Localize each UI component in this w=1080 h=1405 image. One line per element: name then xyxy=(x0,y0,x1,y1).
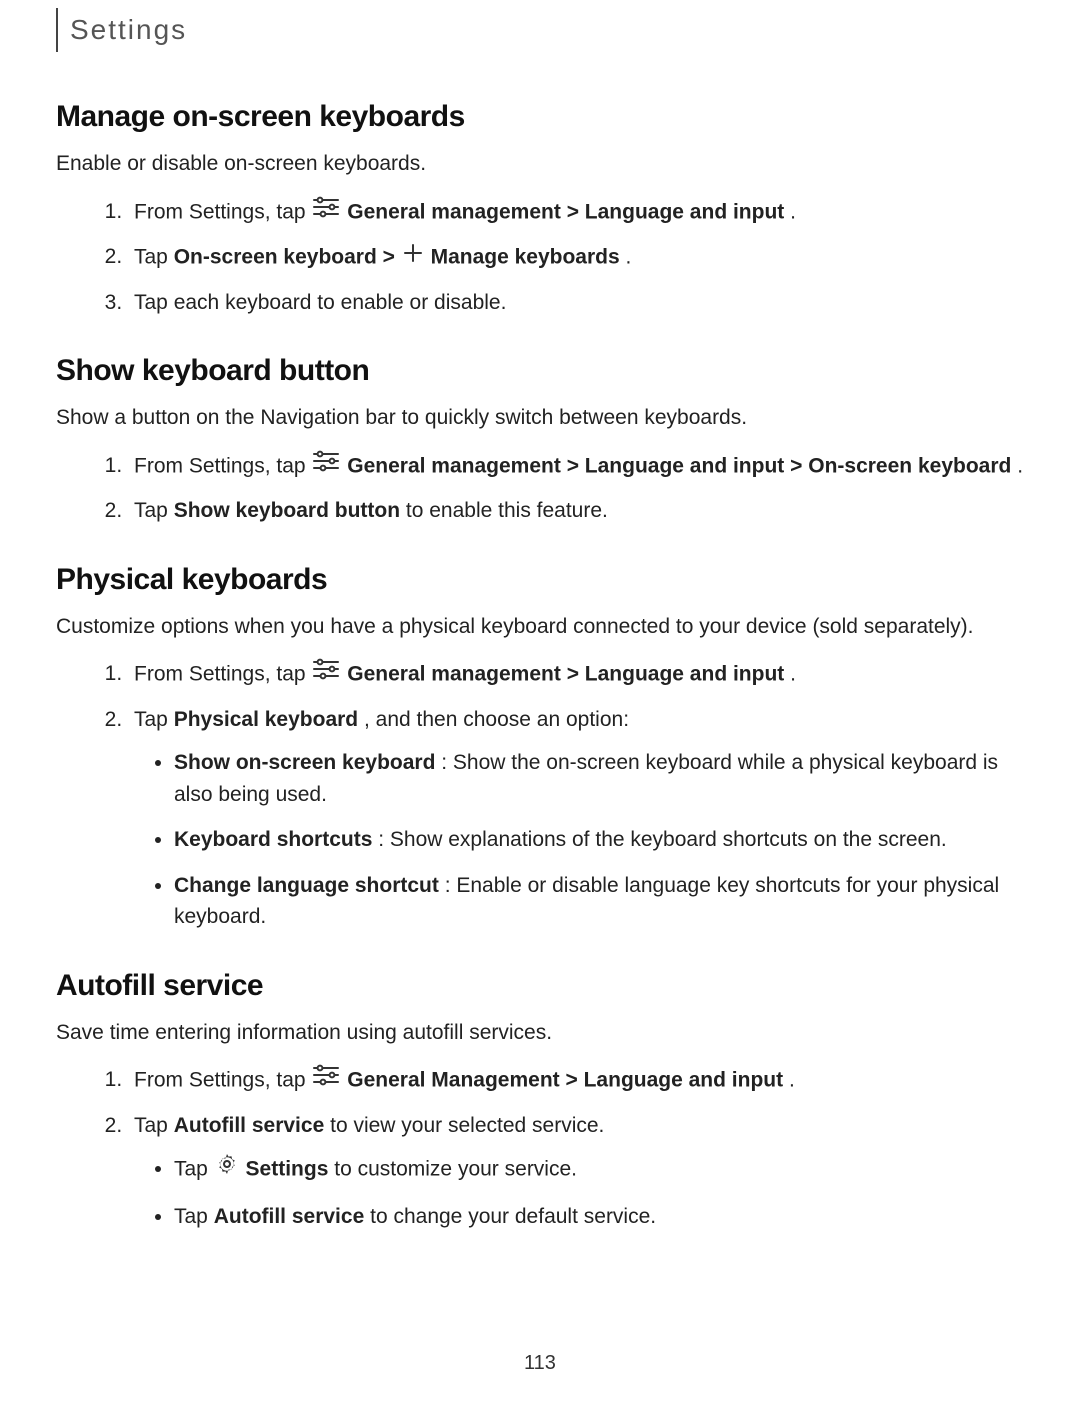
label: Show on-screen keyboard xyxy=(174,751,435,774)
sliders-icon xyxy=(313,658,339,690)
section-title-autofill-service: Autofill service xyxy=(56,969,1024,1003)
section-title-manage-keyboards: Manage on-screen keyboards xyxy=(56,100,1024,134)
text: Tap xyxy=(174,1157,214,1180)
step-item: From Settings, tap General Management > … xyxy=(128,1064,1024,1098)
separator: > xyxy=(567,454,585,477)
text: From Settings, tap xyxy=(134,1068,311,1091)
section-desc: Enable or disable on-screen keyboards. xyxy=(56,148,1024,180)
separator: > xyxy=(566,1068,584,1091)
text: to customize your service. xyxy=(334,1157,577,1180)
label: Autofill service xyxy=(214,1205,365,1228)
bullet-item: Keyboard shortcuts : Show explanations o… xyxy=(174,824,1024,856)
separator: > xyxy=(567,662,585,685)
label: Change language shortcut xyxy=(174,874,439,897)
text: to view your selected service. xyxy=(330,1114,604,1137)
step-item: Tap each keyboard to enable or disable. xyxy=(128,287,1024,319)
text: , and then choose an option: xyxy=(364,708,629,731)
bullet-item: Change language shortcut : Enable or dis… xyxy=(174,870,1024,933)
step-item: Tap Autofill service to view your select… xyxy=(128,1110,1024,1233)
steps-list: From Settings, tap General management > … xyxy=(56,450,1024,527)
label: General management xyxy=(347,454,561,477)
section-desc: Save time entering information using aut… xyxy=(56,1017,1024,1049)
section-desc: Show a button on the Navigation bar to q… xyxy=(56,402,1024,434)
step-item: Tap Physical keyboard , and then choose … xyxy=(128,704,1024,933)
section-title-show-keyboard-button: Show keyboard button xyxy=(56,354,1024,388)
label: General management xyxy=(347,662,561,685)
steps-list: From Settings, tap General management > … xyxy=(56,658,1024,933)
text: to change your default service. xyxy=(370,1205,656,1228)
label: Keyboard shortcuts xyxy=(174,828,372,851)
gear-icon xyxy=(216,1153,238,1185)
label: Autofill service xyxy=(174,1114,325,1137)
label: Language and input xyxy=(585,662,785,685)
bullet-item: Show on-screen keyboard : Show the on-sc… xyxy=(174,747,1024,810)
separator: > xyxy=(383,245,401,268)
text: . xyxy=(1017,454,1023,477)
plus-icon xyxy=(403,241,423,273)
label: Language and input xyxy=(584,1068,784,1091)
step-item: Tap On-screen keyboard > Manage keyboard… xyxy=(128,241,1024,275)
text: . xyxy=(789,1068,795,1091)
label: Manage keyboards xyxy=(431,245,620,268)
bullet-item: Tap Autofill service to change your defa… xyxy=(174,1201,1024,1233)
steps-list: From Settings, tap General Management > … xyxy=(56,1064,1024,1232)
bullet-item: Tap Settings to customize your service. xyxy=(174,1153,1024,1187)
label: General management xyxy=(347,200,561,223)
separator: > xyxy=(790,454,808,477)
text: Tap xyxy=(134,499,174,522)
text: Tap xyxy=(134,1114,174,1137)
step-item: From Settings, tap General management > … xyxy=(128,196,1024,230)
step-item: Tap Show keyboard button to enable this … xyxy=(128,495,1024,527)
text: . xyxy=(790,200,796,223)
section-desc: Customize options when you have a physic… xyxy=(56,611,1024,643)
label: Show keyboard button xyxy=(174,499,400,522)
sub-bullets: Show on-screen keyboard : Show the on-sc… xyxy=(134,747,1024,933)
label: General Management xyxy=(347,1068,559,1091)
text: Tap xyxy=(174,1205,214,1228)
label: Language and input xyxy=(585,200,785,223)
sliders-icon xyxy=(313,196,339,228)
text: Tap xyxy=(134,245,174,268)
sliders-icon xyxy=(313,1064,339,1096)
text: . xyxy=(790,662,796,685)
separator: > xyxy=(567,200,585,223)
label: On-screen keyboard xyxy=(808,454,1011,477)
breadcrumb: Settings xyxy=(56,8,1024,52)
label: On-screen keyboard xyxy=(174,245,377,268)
step-item: From Settings, tap General management > … xyxy=(128,658,1024,692)
sliders-icon xyxy=(313,450,339,482)
text: From Settings, tap xyxy=(134,200,311,223)
page-number: 113 xyxy=(0,1352,1080,1375)
label: Language and input xyxy=(585,454,785,477)
section-title-physical-keyboards: Physical keyboards xyxy=(56,563,1024,597)
page-header: Settings xyxy=(70,14,187,46)
label: Settings xyxy=(246,1157,329,1180)
text: Tap xyxy=(134,708,174,731)
step-item: From Settings, tap General management > … xyxy=(128,450,1024,484)
steps-list: From Settings, tap General management > … xyxy=(56,196,1024,319)
label: Physical keyboard xyxy=(174,708,358,731)
text: to enable this feature. xyxy=(406,499,608,522)
text: From Settings, tap xyxy=(134,662,311,685)
text: . xyxy=(626,245,632,268)
sub-bullets: Tap Settings to customize your service. … xyxy=(134,1153,1024,1232)
text: : Show explanations of the keyboard shor… xyxy=(378,828,947,851)
text: From Settings, tap xyxy=(134,454,311,477)
